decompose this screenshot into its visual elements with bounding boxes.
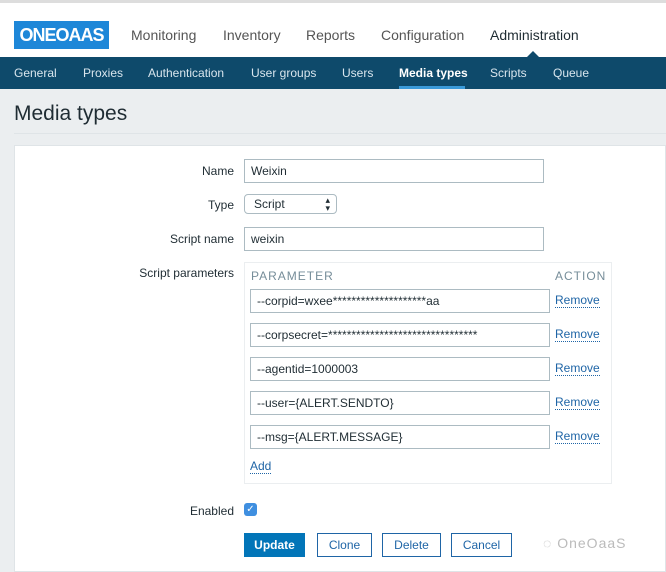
add-link[interactable]: Add — [250, 459, 272, 474]
logo[interactable]: ONEOAAS — [14, 21, 109, 49]
menu-configuration[interactable]: Configuration — [381, 27, 464, 43]
tab-authentication[interactable]: Authentication — [148, 66, 224, 80]
param-input[interactable]: --corpid=wxee********************aa — [250, 289, 550, 313]
updown-icon: ▴ ▾ — [325, 195, 330, 213]
name-label: Name — [201, 164, 234, 178]
enabled-checkbox[interactable]: ✓ — [244, 503, 257, 516]
menu-inventory[interactable]: Inventory — [223, 27, 281, 43]
wechat-icon: ◌ — [543, 535, 558, 551]
menu-administration[interactable]: Administration — [490, 27, 579, 43]
tab-general[interactable]: General — [14, 66, 57, 80]
page-title: Media types — [14, 102, 128, 125]
tab-users[interactable]: Users — [342, 66, 373, 80]
remove-link[interactable]: Remove — [555, 395, 600, 410]
parameter-header: PARAMETER — [251, 269, 334, 283]
cancel-button[interactable]: Cancel — [451, 533, 512, 557]
update-button[interactable]: Update — [244, 533, 305, 557]
active-tab-underline — [399, 86, 465, 89]
sub-nav: General Proxies Authentication User grou… — [0, 57, 666, 89]
remove-link[interactable]: Remove — [555, 361, 600, 376]
param-input[interactable]: --corpsecret=***************************… — [250, 323, 550, 347]
param-input[interactable]: --user={ALERT.SENDTO} — [250, 391, 550, 415]
clone-button[interactable]: Clone — [317, 533, 372, 557]
enabled-label: Enabled — [189, 504, 234, 518]
param-input[interactable]: --agentid=1000003 — [250, 357, 550, 381]
tab-media-types[interactable]: Media types — [399, 66, 468, 80]
divider — [14, 133, 666, 134]
delete-button[interactable]: Delete — [382, 533, 441, 557]
tab-proxies[interactable]: Proxies — [83, 66, 123, 80]
remove-link[interactable]: Remove — [555, 429, 600, 444]
type-label: Type — [207, 198, 234, 212]
tab-scripts[interactable]: Scripts — [490, 66, 527, 80]
watermark: ◌ OneOaaS — [543, 535, 626, 551]
type-value: Script — [254, 197, 285, 211]
script-name-input[interactable]: weixin — [244, 227, 544, 251]
menu-monitoring[interactable]: Monitoring — [131, 27, 196, 43]
remove-link[interactable]: Remove — [555, 293, 600, 308]
name-input[interactable]: Weixin — [244, 159, 544, 183]
script-name-label: Script name — [169, 232, 234, 246]
top-bar: ONEOAAS Monitoring Inventory Reports Con… — [0, 0, 666, 57]
menu-reports[interactable]: Reports — [306, 27, 355, 43]
script-params-label: Script parameters — [139, 266, 234, 280]
watermark-text: OneOaaS — [557, 535, 627, 551]
type-select[interactable]: Script ▴ ▾ — [244, 194, 337, 214]
tab-queue[interactable]: Queue — [553, 66, 589, 80]
action-header: ACTION — [555, 269, 607, 283]
param-input[interactable]: --msg={ALERT.MESSAGE} — [250, 425, 550, 449]
tab-user-groups[interactable]: User groups — [251, 66, 316, 80]
remove-link[interactable]: Remove — [555, 327, 600, 342]
check-icon: ✓ — [246, 504, 255, 515]
